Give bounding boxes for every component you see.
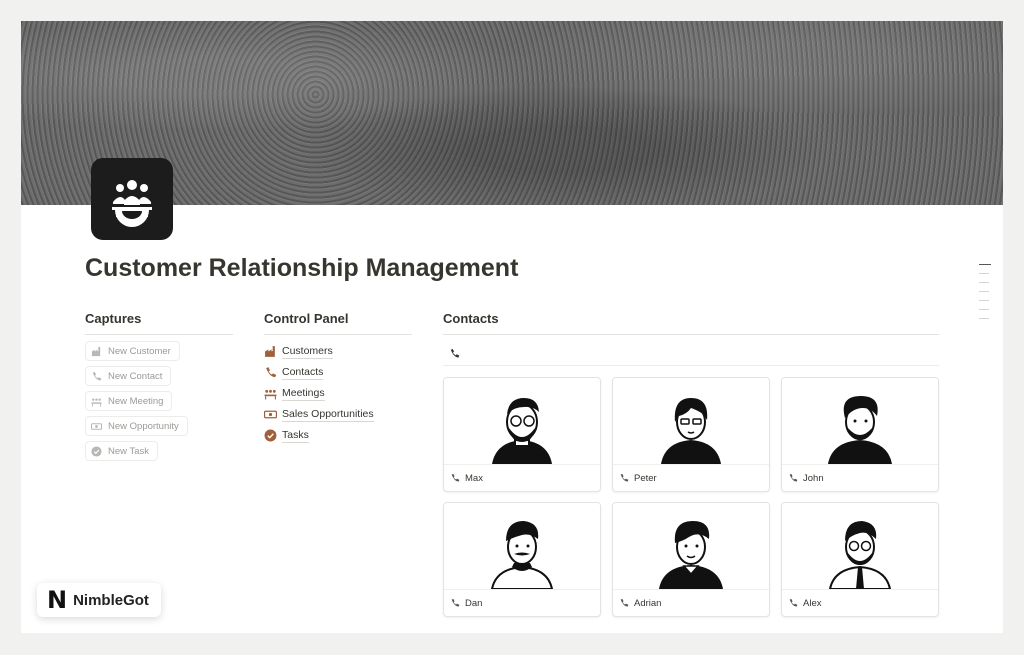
contact-card-max[interactable]: Max — [443, 377, 601, 492]
factory-icon — [91, 346, 102, 357]
brand-logo: N — [47, 586, 68, 614]
meeting-icon — [91, 396, 102, 407]
toc-item[interactable] — [979, 282, 989, 283]
toc-item[interactable] — [979, 309, 989, 310]
contact-name-row: John — [782, 465, 938, 491]
team-gear-icon[interactable] — [91, 158, 173, 240]
control-panel-heading: Control Panel — [264, 311, 412, 335]
toc-item[interactable] — [979, 291, 989, 292]
brand-name: NimbleGot — [73, 591, 149, 609]
link-customers[interactable]: Customers — [264, 341, 414, 362]
contact-card-alex[interactable]: Alex — [781, 502, 939, 617]
table-of-contents[interactable] — [979, 264, 991, 327]
avatar — [613, 503, 769, 591]
phone-icon — [619, 598, 629, 608]
new-contact-button[interactable]: New Contact — [85, 366, 172, 386]
page-title: Customer Relationship Management — [85, 254, 519, 282]
contact-name-row: Peter — [613, 465, 769, 491]
captures-heading: Captures — [85, 311, 233, 335]
control-panel-list: Customers Contacts Meetings Sales Opport… — [264, 341, 414, 446]
contact-name: John — [803, 472, 824, 484]
phone-icon — [449, 346, 460, 364]
money-icon — [91, 421, 102, 432]
contact-card-peter[interactable]: Peter — [612, 377, 770, 492]
factory-icon — [264, 345, 277, 358]
contact-name: Peter — [634, 472, 657, 484]
contact-name-row: Adrian — [613, 590, 769, 616]
phone-icon — [788, 598, 798, 608]
check-circle-icon — [264, 429, 277, 442]
check-circle-icon — [91, 445, 102, 457]
contact-name: Dan — [465, 597, 483, 609]
toc-item[interactable] — [979, 264, 991, 265]
link-contacts-label: Contacts — [282, 365, 324, 380]
new-opportunity-button[interactable]: New Opportunity — [85, 416, 188, 436]
link-meetings[interactable]: Meetings — [264, 383, 414, 404]
contacts-gallery: Max Peter John Dan Adrian Alex — [443, 377, 941, 617]
meeting-icon — [264, 387, 277, 400]
link-tasks[interactable]: Tasks — [264, 425, 414, 446]
contact-name: Adrian — [634, 597, 662, 609]
avatar — [782, 503, 938, 591]
link-sales-opportunities[interactable]: Sales Opportunities — [264, 404, 414, 425]
avatar — [444, 503, 600, 591]
new-meeting-button[interactable]: New Meeting — [85, 391, 173, 411]
contacts-heading: Contacts — [443, 311, 939, 335]
contact-name-row: Max — [444, 465, 600, 491]
contact-card-dan[interactable]: Dan — [443, 502, 601, 617]
phone-icon — [264, 366, 277, 379]
phone-icon — [619, 473, 629, 483]
toc-item[interactable] — [979, 273, 989, 274]
contact-name: Alex — [803, 597, 822, 609]
contact-name-row: Alex — [782, 590, 938, 616]
page-frame: Customer Relationship Management Capture… — [21, 21, 1003, 633]
phone-icon — [450, 473, 460, 483]
avatar — [613, 378, 769, 466]
new-contact-label: New Contact — [108, 370, 163, 382]
toc-item[interactable] — [979, 300, 989, 301]
link-sales-opportunities-label: Sales Opportunities — [282, 407, 374, 422]
link-meetings-label: Meetings — [282, 386, 325, 401]
new-customer-label: New Customer — [108, 345, 171, 357]
contacts-view-tab[interactable] — [443, 344, 939, 366]
phone-icon — [788, 473, 798, 483]
new-meeting-label: New Meeting — [108, 395, 164, 407]
link-tasks-label: Tasks — [282, 428, 309, 443]
new-opportunity-label: New Opportunity — [108, 420, 179, 432]
contact-name: Max — [465, 472, 483, 484]
brand-badge: N NimbleGot — [37, 583, 161, 617]
new-customer-button[interactable]: New Customer — [85, 341, 180, 361]
contact-card-adrian[interactable]: Adrian — [612, 502, 770, 617]
phone-icon — [91, 371, 102, 382]
phone-icon — [450, 598, 460, 608]
contact-card-john[interactable]: John — [781, 377, 939, 492]
avatar — [444, 378, 600, 466]
captures-list: New Customer New Contact New Meeting New… — [85, 341, 235, 466]
money-icon — [264, 408, 277, 421]
link-contacts[interactable]: Contacts — [264, 362, 414, 383]
link-customers-label: Customers — [282, 344, 333, 359]
new-task-button[interactable]: New Task — [85, 441, 159, 461]
new-task-label: New Task — [108, 445, 150, 457]
contact-name-row: Dan — [444, 590, 600, 616]
avatar — [782, 378, 938, 466]
toc-item[interactable] — [979, 318, 989, 319]
